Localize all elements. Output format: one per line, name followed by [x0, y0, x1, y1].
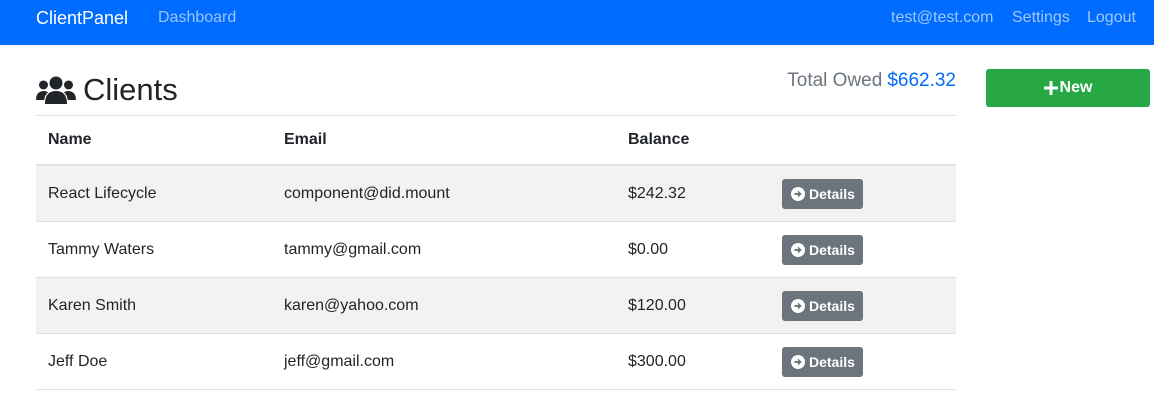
client-balance: $0.00 — [628, 240, 669, 258]
details-button[interactable]: Details — [782, 234, 863, 265]
table-header: Name Email Balance — [36, 115, 956, 166]
arrow-circle-right-icon — [791, 242, 805, 257]
table-row: React Lifecycle component@did.mount $242… — [36, 166, 956, 222]
table-row: Karen Smith karen@yahoo.com $120.00 Deta… — [36, 278, 956, 334]
new-button-label: New — [1059, 79, 1093, 96]
details-button[interactable]: Details — [782, 178, 863, 209]
users-icon — [36, 76, 76, 104]
arrow-circle-right-icon — [791, 186, 805, 201]
plus-icon — [1043, 81, 1058, 95]
details-button-label: Details — [809, 185, 855, 202]
nav-dashboard-link[interactable]: Dashboard — [158, 9, 236, 27]
row-action: Details — [782, 222, 863, 277]
client-name: Tammy Waters — [48, 240, 155, 258]
total-owed-value: $662.32 — [887, 70, 956, 91]
client-name: Karen Smith — [48, 296, 137, 314]
row-action: Details — [782, 334, 863, 389]
page-title: Clients — [36, 70, 178, 110]
brand-logo[interactable]: ClientPanel — [36, 8, 128, 28]
column-header-balance: Balance — [628, 131, 690, 148]
client-email: component@did.mount — [284, 184, 450, 202]
clients-table: Name Email Balance React Lifecycle compo… — [36, 115, 956, 390]
navbar: ClientPanel Dashboard test@test.com Sett… — [0, 0, 1154, 45]
arrow-circle-right-icon — [791, 298, 805, 313]
table-row: Tammy Waters tammy@gmail.com $0.00 Detai… — [36, 222, 956, 278]
client-name: Jeff Doe — [48, 352, 108, 370]
client-email: jeff@gmail.com — [284, 352, 395, 370]
arrow-circle-right-icon — [791, 354, 805, 369]
client-email: tammy@gmail.com — [284, 240, 422, 258]
total-owed: Total Owed $662.32 — [787, 69, 956, 93]
client-balance: $120.00 — [628, 296, 686, 314]
details-button-label: Details — [809, 297, 855, 314]
client-name: React Lifecycle — [48, 184, 157, 202]
row-action: Details — [782, 278, 863, 333]
table-row: Jeff Doe jeff@gmail.com $300.00 Details — [36, 334, 956, 390]
details-button-label: Details — [809, 241, 855, 258]
column-header-name: Name — [48, 131, 92, 148]
page-title-text: Clients — [83, 72, 178, 107]
new-client-button[interactable]: New — [986, 69, 1150, 107]
row-action: Details — [782, 166, 863, 221]
nav-settings-link[interactable]: Settings — [1012, 9, 1070, 27]
column-header-email: Email — [284, 131, 327, 148]
details-button[interactable]: Details — [782, 290, 863, 321]
details-button-label: Details — [809, 353, 855, 370]
client-email: karen@yahoo.com — [284, 296, 419, 314]
details-button[interactable]: Details — [782, 346, 863, 377]
client-balance: $300.00 — [628, 352, 686, 370]
total-owed-label: Total Owed — [787, 70, 883, 91]
nav-user-email-link[interactable]: test@test.com — [891, 9, 994, 27]
nav-logout-link[interactable]: Logout — [1087, 9, 1136, 27]
client-balance: $242.32 — [628, 184, 686, 202]
